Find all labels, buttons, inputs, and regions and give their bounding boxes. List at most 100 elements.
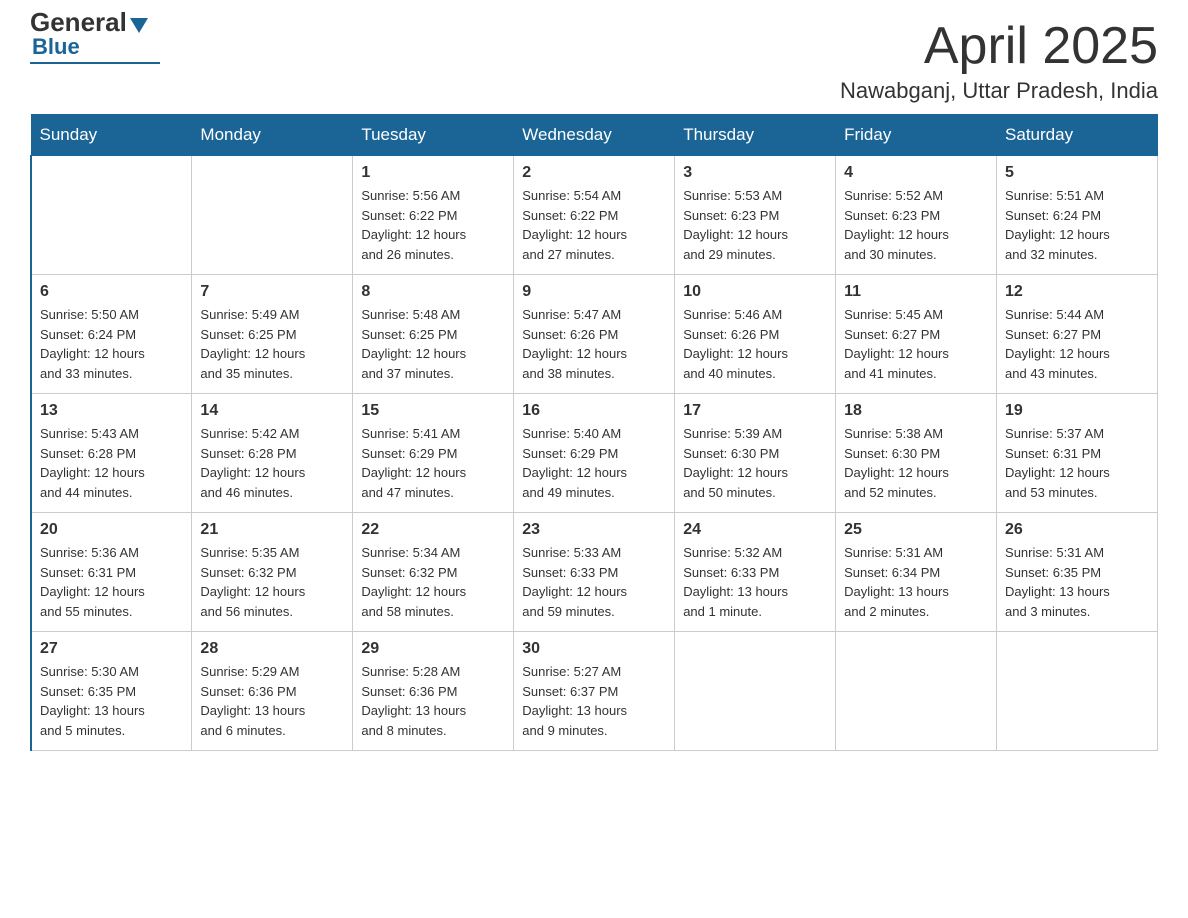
day-number: 13 — [40, 402, 183, 420]
calendar-cell: 30 Sunrise: 5:27 AM Sunset: 6:37 PM Dayli… — [514, 632, 675, 751]
day-info: Sunrise: 5:42 AM Sunset: 6:28 PM Dayligh… — [200, 424, 344, 502]
calendar-cell: 19 Sunrise: 5:37 AM Sunset: 6:31 PM Dayli… — [997, 394, 1158, 513]
calendar-cell: 26Sunrise: 5:31 AM Sunset: 6:35 PM Dayli… — [997, 513, 1158, 632]
day-number: 12 — [1005, 283, 1149, 301]
calendar-cell: 17 Sunrise: 5:39 AM Sunset: 6:30 PM Dayli… — [675, 394, 836, 513]
calendar-cell: 23 Sunrise: 5:33 AM Sunset: 6:33 PM Dayli… — [514, 513, 675, 632]
day-info: Sunrise: 5:51 AM Sunset: 6:24 PM Dayligh… — [1005, 186, 1149, 264]
day-number: 9 — [522, 283, 666, 301]
day-info: Sunrise: 5:48 AM Sunset: 6:25 PM Dayligh… — [361, 305, 505, 383]
calendar-week-row: 1Sunrise: 5:56 AM Sunset: 6:22 PM Daylig… — [31, 156, 1158, 275]
calendar-cell: 22 Sunrise: 5:34 AM Sunset: 6:32 PM Dayli… — [353, 513, 514, 632]
calendar-cell: 20 Sunrise: 5:36 AM Sunset: 6:31 PM Dayli… — [31, 513, 192, 632]
day-number: 3 — [683, 164, 827, 182]
calendar-cell: 16 Sunrise: 5:40 AM Sunset: 6:29 PM Dayli… — [514, 394, 675, 513]
col-header-sunday: Sunday — [31, 115, 192, 156]
calendar-cell: 28 Sunrise: 5:29 AM Sunset: 6:36 PM Dayli… — [192, 632, 353, 751]
day-info: Sunrise: 5:46 AM Sunset: 6:26 PM Dayligh… — [683, 305, 827, 383]
day-number: 20 — [40, 521, 183, 539]
day-info: Sunrise: 5:36 AM Sunset: 6:31 PM Dayligh… — [40, 543, 183, 621]
day-info: Sunrise: 5:53 AM Sunset: 6:23 PM Dayligh… — [683, 186, 827, 264]
calendar-cell: 15 Sunrise: 5:41 AM Sunset: 6:29 PM Dayli… — [353, 394, 514, 513]
day-number: 7 — [200, 283, 344, 301]
calendar-cell — [836, 632, 997, 751]
day-number: 8 — [361, 283, 505, 301]
day-number: 30 — [522, 640, 666, 658]
day-info: Sunrise: 5:35 AM Sunset: 6:32 PM Dayligh… — [200, 543, 344, 621]
day-info: Sunrise: 5:29 AM Sunset: 6:36 PM Dayligh… — [200, 662, 344, 740]
day-info: Sunrise: 5:37 AM Sunset: 6:31 PM Dayligh… — [1005, 424, 1149, 502]
day-number: 25 — [844, 521, 988, 539]
day-info: Sunrise: 5:32 AM Sunset: 6:33 PM Dayligh… — [683, 543, 827, 621]
calendar-header-row: SundayMondayTuesdayWednesdayThursdayFrid… — [31, 115, 1158, 156]
calendar-cell: 9 Sunrise: 5:47 AM Sunset: 6:26 PM Daylig… — [514, 275, 675, 394]
day-number: 23 — [522, 521, 666, 539]
calendar-cell: 3 Sunrise: 5:53 AM Sunset: 6:23 PM Daylig… — [675, 156, 836, 275]
col-header-saturday: Saturday — [997, 115, 1158, 156]
month-title: April 2025 — [840, 20, 1158, 72]
day-info: Sunrise: 5:45 AM Sunset: 6:27 PM Dayligh… — [844, 305, 988, 383]
calendar-cell: 7Sunrise: 5:49 AM Sunset: 6:25 PM Daylig… — [192, 275, 353, 394]
calendar-cell: 5 Sunrise: 5:51 AM Sunset: 6:24 PM Daylig… — [997, 156, 1158, 275]
day-info: Sunrise: 5:52 AM Sunset: 6:23 PM Dayligh… — [844, 186, 988, 264]
day-number: 22 — [361, 521, 505, 539]
day-number: 11 — [844, 283, 988, 301]
day-info: Sunrise: 5:50 AM Sunset: 6:24 PM Dayligh… — [40, 305, 183, 383]
calendar-cell: 21 Sunrise: 5:35 AM Sunset: 6:32 PM Dayli… — [192, 513, 353, 632]
day-info: Sunrise: 5:43 AM Sunset: 6:28 PM Dayligh… — [40, 424, 183, 502]
calendar-table: SundayMondayTuesdayWednesdayThursdayFrid… — [30, 114, 1158, 751]
day-number: 6 — [40, 283, 183, 301]
calendar-cell: 8 Sunrise: 5:48 AM Sunset: 6:25 PM Daylig… — [353, 275, 514, 394]
calendar-cell: 11 Sunrise: 5:45 AM Sunset: 6:27 PM Dayli… — [836, 275, 997, 394]
day-number: 24 — [683, 521, 827, 539]
calendar-cell — [31, 156, 192, 275]
day-info: Sunrise: 5:54 AM Sunset: 6:22 PM Dayligh… — [522, 186, 666, 264]
day-number: 14 — [200, 402, 344, 420]
calendar-cell — [997, 632, 1158, 751]
day-number: 21 — [200, 521, 344, 539]
logo-blue-text: Blue — [32, 34, 80, 59]
day-info: Sunrise: 5:41 AM Sunset: 6:29 PM Dayligh… — [361, 424, 505, 502]
day-info: Sunrise: 5:44 AM Sunset: 6:27 PM Dayligh… — [1005, 305, 1149, 383]
logo-divider — [30, 62, 160, 64]
day-number: 28 — [200, 640, 344, 658]
calendar-cell — [192, 156, 353, 275]
day-info: Sunrise: 5:31 AM Sunset: 6:34 PM Dayligh… — [844, 543, 988, 621]
calendar-cell: 13 Sunrise: 5:43 AM Sunset: 6:28 PM Dayli… — [31, 394, 192, 513]
day-number: 5 — [1005, 164, 1149, 182]
calendar-cell: 10 Sunrise: 5:46 AM Sunset: 6:26 PM Dayli… — [675, 275, 836, 394]
day-number: 29 — [361, 640, 505, 658]
day-info: Sunrise: 5:38 AM Sunset: 6:30 PM Dayligh… — [844, 424, 988, 502]
calendar-cell — [675, 632, 836, 751]
day-number: 15 — [361, 402, 505, 420]
day-info: Sunrise: 5:47 AM Sunset: 6:26 PM Dayligh… — [522, 305, 666, 383]
day-info: Sunrise: 5:31 AM Sunset: 6:35 PM Dayligh… — [1005, 543, 1149, 621]
logo: General General Blue — [30, 20, 160, 64]
col-header-friday: Friday — [836, 115, 997, 156]
calendar-cell: 4 Sunrise: 5:52 AM Sunset: 6:23 PM Daylig… — [836, 156, 997, 275]
day-number: 17 — [683, 402, 827, 420]
calendar-cell: 29Sunrise: 5:28 AM Sunset: 6:36 PM Dayli… — [353, 632, 514, 751]
day-number: 10 — [683, 283, 827, 301]
day-info: Sunrise: 5:39 AM Sunset: 6:30 PM Dayligh… — [683, 424, 827, 502]
calendar-cell: 6 Sunrise: 5:50 AM Sunset: 6:24 PM Daylig… — [31, 275, 192, 394]
day-info: Sunrise: 5:40 AM Sunset: 6:29 PM Dayligh… — [522, 424, 666, 502]
day-info: Sunrise: 5:33 AM Sunset: 6:33 PM Dayligh… — [522, 543, 666, 621]
col-header-monday: Monday — [192, 115, 353, 156]
day-number: 27 — [40, 640, 183, 658]
page-header: General General Blue April 2025 Nawabgan… — [30, 20, 1158, 104]
calendar-cell: 12 Sunrise: 5:44 AM Sunset: 6:27 PM Dayli… — [997, 275, 1158, 394]
day-info: Sunrise: 5:56 AM Sunset: 6:22 PM Dayligh… — [361, 186, 505, 264]
calendar-cell: 25 Sunrise: 5:31 AM Sunset: 6:34 PM Dayli… — [836, 513, 997, 632]
day-info: Sunrise: 5:27 AM Sunset: 6:37 PM Dayligh… — [522, 662, 666, 740]
title-area: April 2025 Nawabganj, Uttar Pradesh, Ind… — [840, 20, 1158, 104]
day-number: 4 — [844, 164, 988, 182]
calendar-week-row: 20 Sunrise: 5:36 AM Sunset: 6:31 PM Dayli… — [31, 513, 1158, 632]
day-number: 2 — [522, 164, 666, 182]
calendar-cell: 2 Sunrise: 5:54 AM Sunset: 6:22 PM Daylig… — [514, 156, 675, 275]
calendar-cell: 27Sunrise: 5:30 AM Sunset: 6:35 PM Dayli… — [31, 632, 192, 751]
day-number: 16 — [522, 402, 666, 420]
day-number: 19 — [1005, 402, 1149, 420]
calendar-cell: 24 Sunrise: 5:32 AM Sunset: 6:33 PM Dayli… — [675, 513, 836, 632]
day-info: Sunrise: 5:34 AM Sunset: 6:32 PM Dayligh… — [361, 543, 505, 621]
